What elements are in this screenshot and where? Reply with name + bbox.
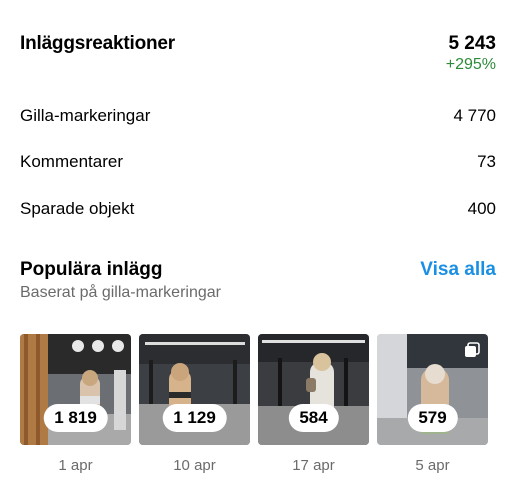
post-date: 17 apr xyxy=(292,457,335,474)
metric-label: Gilla-markeringar xyxy=(20,106,151,125)
metric-value: 4 770 xyxy=(453,106,496,125)
metric-row-saves: Sparade objekt 400 xyxy=(20,199,496,219)
reactions-total: 5 243 xyxy=(448,33,496,54)
metric-row-likes: Gilla-markeringar 4 770 xyxy=(20,106,496,126)
popular-posts-grid: 1 819 1 apr 1 129 10 apr 584 17 apr 579 … xyxy=(20,334,488,474)
metric-value: 73 xyxy=(477,152,496,171)
likes-count: 584 xyxy=(288,404,339,432)
popular-title: Populära inlägg xyxy=(20,259,163,280)
reactions-change: +295% xyxy=(445,56,496,73)
post-thumbnail[interactable]: 584 xyxy=(258,334,369,445)
carousel-icon xyxy=(465,342,480,357)
metric-label: Kommentarer xyxy=(20,152,123,171)
post-date: 10 apr xyxy=(173,457,216,474)
likes-count: 579 xyxy=(407,404,458,432)
post-card: 1 129 10 apr xyxy=(139,334,250,474)
reactions-header: Inläggsreaktioner 5 243 xyxy=(20,33,496,55)
popular-subtitle: Baserat på gilla-markeringar xyxy=(20,284,221,301)
popular-header: Populära inlägg Visa alla xyxy=(20,259,496,281)
likes-count: 1 819 xyxy=(43,404,108,432)
post-thumbnail[interactable]: 1 129 xyxy=(139,334,250,445)
reactions-title: Inläggsreaktioner xyxy=(20,33,175,54)
see-all-link[interactable]: Visa alla xyxy=(420,259,496,281)
metric-value: 400 xyxy=(467,199,496,218)
post-card: 579 5 apr xyxy=(377,334,488,474)
post-date: 1 apr xyxy=(58,457,93,474)
metric-row-comments: Kommentarer 73 xyxy=(20,152,496,172)
post-card: 1 819 1 apr xyxy=(20,334,131,474)
post-thumbnail[interactable]: 1 819 xyxy=(20,334,131,445)
post-thumbnail[interactable]: 579 xyxy=(377,334,488,445)
likes-count: 1 129 xyxy=(162,404,227,432)
metric-label: Sparade objekt xyxy=(20,199,135,218)
post-card: 584 17 apr xyxy=(258,334,369,474)
post-date: 5 apr xyxy=(415,457,450,474)
